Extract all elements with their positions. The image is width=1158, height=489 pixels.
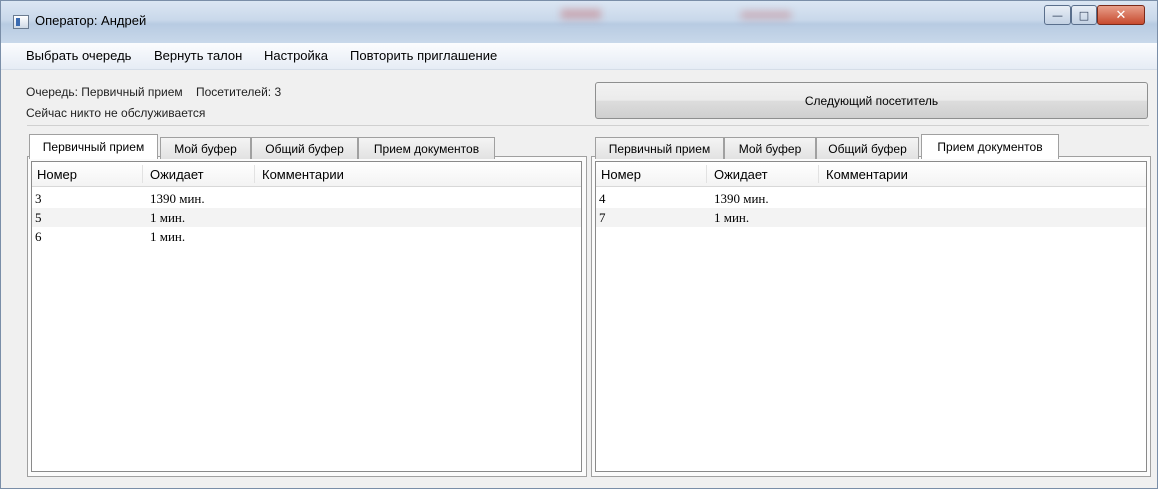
maximize-button[interactable]: □ <box>1071 5 1097 25</box>
menu-settings[interactable]: Настройка <box>264 48 328 63</box>
column-header-waiting[interactable]: Ожидает <box>714 167 768 182</box>
minimize-icon: — <box>1052 8 1063 22</box>
right-queue-table[interactable]: Номер Ожидает Комментарии 4 1390 мин. 7 … <box>595 161 1147 472</box>
row-number: 7 <box>599 210 606 225</box>
tab-label: Общий буфер <box>265 141 344 156</box>
next-visitor-button[interactable]: Следующий посетитель <box>595 82 1148 119</box>
table-row[interactable]: 6 1 мин. <box>32 227 581 246</box>
row-waiting: 1 мин. <box>714 210 750 225</box>
table-row[interactable]: 3 1390 мин. <box>32 189 581 208</box>
row-waiting: 1390 мин. <box>150 191 205 206</box>
row-waiting: 1 мин. <box>150 210 186 225</box>
column-header-waiting[interactable]: Ожидает <box>150 167 204 182</box>
right-tab-primary[interactable]: Первичный прием <box>595 137 724 159</box>
left-queue-table[interactable]: Номер Ожидает Комментарии 3 1390 мин. 5 … <box>31 161 582 472</box>
close-icon: ✕ <box>1115 7 1127 23</box>
column-divider[interactable] <box>254 165 255 183</box>
window-title: Оператор: Андрей <box>35 13 147 28</box>
tab-label: Мой буфер <box>738 141 802 156</box>
row-number: 5 <box>35 210 42 225</box>
row-waiting: 1 мин. <box>150 229 186 244</box>
menu-select-queue[interactable]: Выбрать очередь <box>26 48 131 63</box>
left-tab-shared-buffer[interactable]: Общий буфер <box>251 137 358 159</box>
tab-label: Первичный прием <box>608 141 711 156</box>
title-bar-blur <box>741 11 791 19</box>
table-header: Номер Ожидает Комментарии <box>32 162 581 187</box>
column-divider[interactable] <box>706 165 707 183</box>
tab-label: Первичный прием <box>42 140 145 154</box>
divider <box>27 125 1149 126</box>
minimize-button[interactable]: — <box>1044 5 1071 25</box>
tab-label: Мой буфер <box>174 141 237 156</box>
title-bar[interactable]: Оператор: Андрей — □ ✕ <box>1 1 1157 43</box>
table-row[interactable]: 7 1 мин. <box>596 208 1146 227</box>
close-button[interactable]: ✕ <box>1097 5 1145 25</box>
menu-repeat-invitation[interactable]: Повторить приглашение <box>350 48 497 63</box>
left-tab-documents[interactable]: Прием документов <box>358 137 495 159</box>
column-header-number[interactable]: Номер <box>601 167 641 182</box>
operator-window: Оператор: Андрей — □ ✕ Выбрать очередь В… <box>0 0 1158 489</box>
tab-label: Общий буфер <box>828 141 907 156</box>
column-header-number[interactable]: Номер <box>37 167 77 182</box>
row-number: 6 <box>35 229 42 244</box>
row-number: 4 <box>599 191 606 206</box>
next-visitor-label: Следующий посетитель <box>804 93 939 108</box>
serving-status: Сейчас никто не обслуживается <box>26 106 206 120</box>
menu-return-ticket[interactable]: Вернуть талон <box>154 48 242 63</box>
queue-label: Очередь: Первичный прием <box>26 85 183 99</box>
table-header: Номер Ожидает Комментарии <box>596 162 1146 187</box>
right-tab-shared-buffer[interactable]: Общий буфер <box>816 137 919 159</box>
left-tab-my-buffer[interactable]: Мой буфер <box>160 137 251 159</box>
maximize-icon: □ <box>1078 8 1090 22</box>
right-tab-documents[interactable]: Прием документов <box>921 134 1059 159</box>
table-row[interactable]: 4 1390 мин. <box>596 189 1146 208</box>
row-waiting: 1390 мин. <box>714 191 769 206</box>
menu-bar: Выбрать очередь Вернуть талон Настройка … <box>1 43 1157 70</box>
column-header-comments[interactable]: Комментарии <box>262 167 344 182</box>
column-header-comments[interactable]: Комментарии <box>826 167 908 182</box>
row-number: 3 <box>35 191 42 206</box>
column-divider[interactable] <box>818 165 819 183</box>
column-divider[interactable] <box>142 165 143 183</box>
table-row[interactable]: 5 1 мин. <box>32 208 581 227</box>
tab-label: Прием документов <box>373 141 480 156</box>
right-tab-my-buffer[interactable]: Мой буфер <box>724 137 816 159</box>
title-bar-blur <box>561 9 601 19</box>
app-icon[interactable] <box>13 15 29 29</box>
left-tab-primary[interactable]: Первичный прием <box>29 134 158 159</box>
tab-label: Прием документов <box>937 140 1043 154</box>
visitors-count: Посетителей: 3 <box>196 85 282 99</box>
